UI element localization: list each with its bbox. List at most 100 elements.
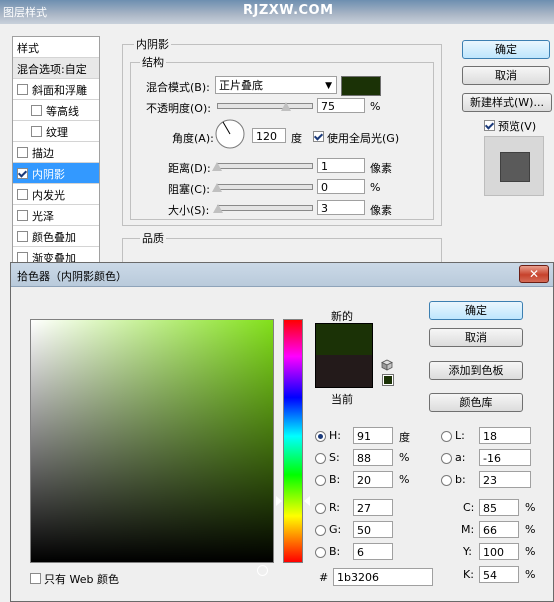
choke-slider-thumb[interactable] <box>212 183 222 192</box>
layer-style-title: 图层样式 <box>3 6 47 19</box>
sidebar-item-label: 样式 <box>17 42 39 55</box>
inner-shadow-checkbox[interactable] <box>17 168 28 179</box>
structure-title: 结构 <box>140 54 166 70</box>
hue-input[interactable]: 91 <box>353 427 393 444</box>
sidebar-item-label: 描边 <box>32 147 54 160</box>
bevel-checkbox[interactable] <box>17 84 28 95</box>
red-radio[interactable] <box>315 503 326 514</box>
sidebar-item-stroke[interactable]: 描边 <box>13 142 99 163</box>
b-channel-radio[interactable] <box>441 475 452 486</box>
ok-button[interactable]: 确定 <box>462 40 550 59</box>
picker-cancel-button[interactable]: 取消 <box>429 328 523 347</box>
hex-input[interactable]: 1b3206 <box>333 568 433 586</box>
saturation-radio[interactable] <box>315 453 326 464</box>
saturation-brightness-field[interactable] <box>30 319 274 576</box>
current-color-label: 当前 <box>331 393 353 406</box>
new-color-swatch <box>315 323 373 356</box>
add-to-swatches-button[interactable]: 添加到色板 <box>429 361 523 380</box>
angle-dial[interactable] <box>214 118 246 150</box>
color-overlay-checkbox[interactable] <box>17 231 28 242</box>
lightness-input[interactable]: 18 <box>479 427 531 444</box>
opacity-slider-track[interactable] <box>217 103 313 109</box>
global-light-checkbox[interactable] <box>313 131 324 142</box>
picker-ok-button[interactable]: 确定 <box>429 301 523 320</box>
blend-mode-select[interactable]: 正片叠底 ▼ <box>215 76 337 94</box>
distance-slider-thumb[interactable] <box>212 162 222 171</box>
close-button[interactable]: ✕ <box>519 265 549 283</box>
cancel-button[interactable]: 取消 <box>462 66 550 85</box>
web-colors-only-checkbox[interactable] <box>30 573 41 584</box>
style-list: 样式 混合选项:自定 斜面和浮雕 等高线 纹理 描边 内阴影 内发光 光泽 颜色… <box>12 36 100 268</box>
satin-checkbox[interactable] <box>17 210 28 221</box>
choke-input[interactable]: 0 <box>317 179 365 194</box>
blue-radio[interactable] <box>315 547 326 558</box>
cyan-input[interactable]: 85 <box>479 499 519 516</box>
hue-radio[interactable] <box>315 431 326 442</box>
color-field-cursor[interactable] <box>257 565 268 576</box>
distance-unit: 像素 <box>370 162 392 175</box>
hue-slider[interactable] <box>283 319 303 563</box>
sidebar-item-inner-glow[interactable]: 内发光 <box>13 184 99 205</box>
preview-swatch <box>500 152 530 182</box>
saturation-input[interactable]: 88 <box>353 449 393 466</box>
green-label: G: <box>329 523 342 536</box>
distance-input[interactable]: 1 <box>317 158 365 173</box>
blue-input[interactable]: 6 <box>353 543 393 560</box>
black-input[interactable]: 54 <box>479 566 519 583</box>
preview-thumbnail <box>484 136 544 196</box>
color-picker-titlebar[interactable]: 拾色器（内阴影颜色） ✕ <box>11 263 553 287</box>
new-color-label: 新的 <box>331 310 353 323</box>
angle-unit: 度 <box>291 132 302 145</box>
sidebar-item-texture[interactable]: 纹理 <box>13 121 99 142</box>
green-radio[interactable] <box>315 525 326 536</box>
shadow-color-swatch[interactable] <box>341 76 381 96</box>
distance-label: 距离(D): <box>168 162 211 175</box>
sidebar-item-color-overlay[interactable]: 颜色叠加 <box>13 226 99 247</box>
sidebar-item-contour[interactable]: 等高线 <box>13 100 99 121</box>
b-channel-input[interactable]: 23 <box>479 471 531 488</box>
a-channel-label: a: <box>455 451 466 464</box>
cube-icon[interactable] <box>381 359 393 371</box>
size-slider-thumb[interactable] <box>213 204 223 213</box>
magenta-input[interactable]: 66 <box>479 521 519 538</box>
size-label: 大小(S): <box>168 204 210 217</box>
angle-input[interactable]: 120 <box>252 128 286 143</box>
stroke-checkbox[interactable] <box>17 147 28 158</box>
brightness-input[interactable]: 20 <box>353 471 393 488</box>
red-input[interactable]: 27 <box>353 499 393 516</box>
green-input[interactable]: 50 <box>353 521 393 538</box>
sidebar-item-blending-options[interactable]: 混合选项:自定 <box>13 58 99 79</box>
a-channel-radio[interactable] <box>441 453 452 464</box>
inner-shadow-section-title: 内阴影 <box>134 36 171 52</box>
sidebar-item-satin[interactable]: 光泽 <box>13 205 99 226</box>
black-unit: % <box>525 568 536 581</box>
web-safe-warning[interactable] <box>382 374 394 386</box>
a-channel-input[interactable]: -16 <box>479 449 531 466</box>
sidebar-item-label: 斜面和浮雕 <box>32 84 87 97</box>
preview-checkbox[interactable] <box>484 120 495 131</box>
hex-label: # <box>319 571 329 584</box>
brightness-radio[interactable] <box>315 475 326 486</box>
new-style-button[interactable]: 新建样式(W)... <box>462 93 552 112</box>
inner-glow-checkbox[interactable] <box>17 189 28 200</box>
color-libraries-button[interactable]: 颜色库 <box>429 393 523 412</box>
layer-style-titlebar[interactable]: 图层样式 RJZXW.COM <box>0 0 554 24</box>
lightness-radio[interactable] <box>441 431 452 442</box>
yellow-input[interactable]: 100 <box>479 543 519 560</box>
sidebar-item-bevel-emboss[interactable]: 斜面和浮雕 <box>13 79 99 100</box>
sidebar-item-styles[interactable]: 样式 <box>13 37 99 58</box>
contour-checkbox[interactable] <box>31 105 42 116</box>
size-slider-track[interactable] <box>217 205 313 211</box>
opacity-slider-thumb[interactable] <box>281 102 291 111</box>
yellow-label: Y: <box>463 545 472 558</box>
choke-slider-track[interactable] <box>217 184 313 190</box>
hue-slider-left-arrow[interactable] <box>276 496 282 506</box>
hue-slider-right-arrow[interactable] <box>304 496 310 506</box>
distance-slider-track[interactable] <box>217 163 313 169</box>
opacity-input[interactable]: 75 <box>317 98 365 113</box>
sidebar-item-inner-shadow[interactable]: 内阴影 <box>13 163 99 184</box>
current-color-swatch[interactable] <box>315 355 373 388</box>
chevron-down-icon: ▼ <box>325 81 332 91</box>
texture-checkbox[interactable] <box>31 126 42 137</box>
size-input[interactable]: 3 <box>317 200 365 215</box>
